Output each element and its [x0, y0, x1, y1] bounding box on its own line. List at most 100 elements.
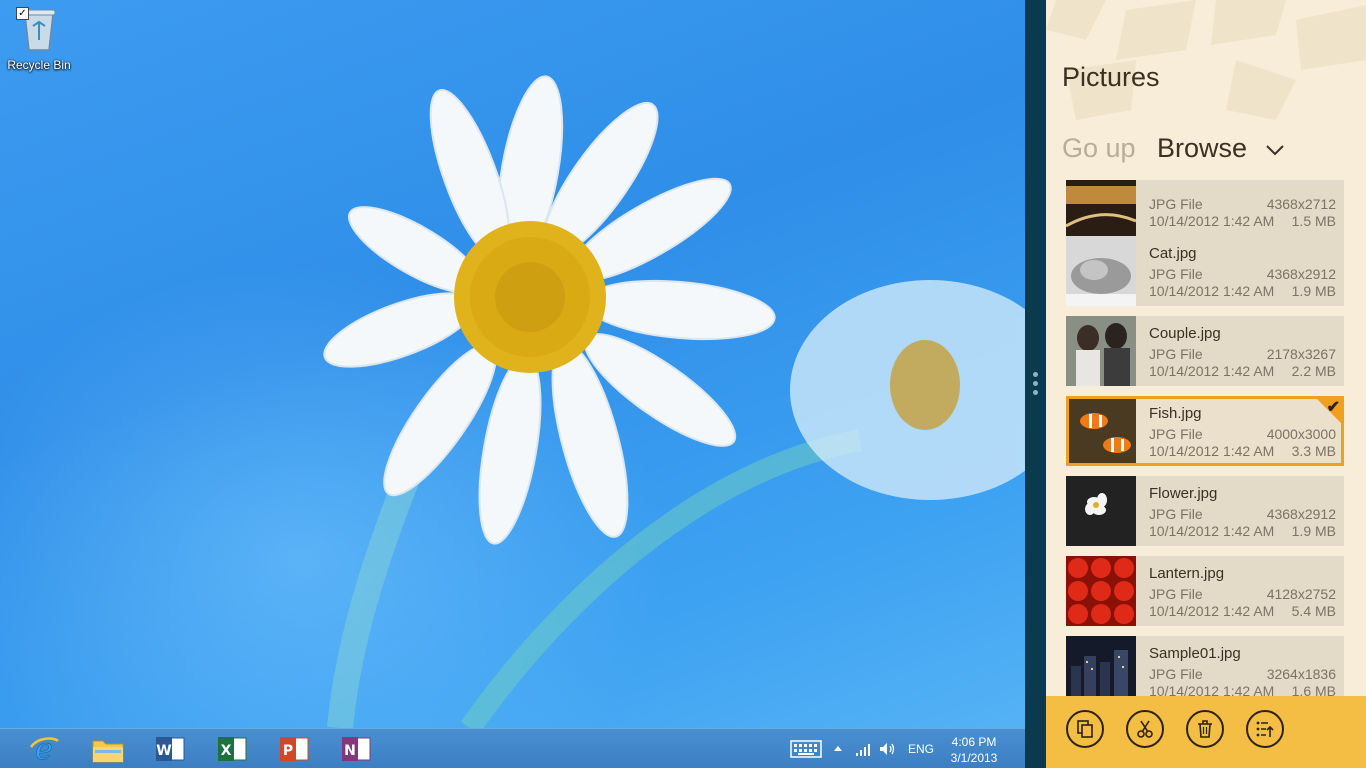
file-dimensions: 4000x3000: [1266, 426, 1336, 442]
taskbar-powerpoint[interactable]: P: [278, 733, 310, 765]
splitter-grip-dot: [1033, 372, 1038, 377]
recycle-bin-label: Recycle Bin: [7, 58, 71, 72]
thumbnail: [1066, 236, 1136, 306]
file-dimensions: 4368x2912: [1266, 506, 1336, 522]
splitter-grip-dot: [1033, 381, 1038, 386]
taskbar-internet-explorer[interactable]: e: [28, 732, 60, 767]
powerpoint-icon: P: [280, 737, 309, 761]
list-item-selected[interactable]: Fish.jpg JPG File 10/14/2012 1:42 AM 400…: [1066, 396, 1344, 466]
internet-explorer-icon: e: [29, 732, 59, 767]
pictures-app: Pictures Go up Browse JPG File 10/14/201…: [1046, 0, 1366, 768]
select-list-icon: [1256, 721, 1274, 737]
svg-text:W: W: [156, 743, 171, 759]
cut-button[interactable]: [1126, 710, 1164, 748]
recycle-bin[interactable]: ✓ Recycle Bin: [6, 6, 72, 72]
file-dimensions: 4128x2752: [1266, 586, 1336, 602]
list-item[interactable]: Cat.jpg JPG File 10/14/2012 1:42 AM 4368…: [1066, 236, 1344, 306]
file-name: Cat.jpg: [1149, 245, 1197, 262]
file-name: Couple.jpg: [1149, 325, 1221, 342]
folder-icon: [92, 740, 124, 763]
network-button[interactable]: [855, 741, 871, 768]
file-date: 10/14/2012 1:42 AM: [1149, 523, 1275, 539]
touch-keyboard-button[interactable]: [790, 740, 822, 768]
taskbar-word[interactable]: W: [154, 733, 186, 765]
delete-button[interactable]: [1186, 710, 1224, 748]
select-list-button[interactable]: [1246, 710, 1284, 748]
speaker-icon: [880, 743, 895, 755]
app-bar: [1046, 696, 1366, 768]
taskbar-excel[interactable]: X: [216, 733, 248, 765]
list-item[interactable]: JPG File 10/14/2012 1:42 AM 4368x2712 1.…: [1066, 180, 1344, 236]
file-date: 10/14/2012 1:42 AM: [1149, 603, 1275, 619]
file-size: 1.9 MB: [1291, 283, 1336, 299]
desktop: ✓ Recycle Bin e W X P N ENG 4:06 PM 3/1/…: [0, 0, 1025, 768]
thumbnail: [1066, 556, 1136, 626]
file-date: 10/14/2012 1:42 AM: [1149, 363, 1275, 379]
copy-icon: [1077, 720, 1093, 738]
file-dimensions: 2178x3267: [1266, 346, 1336, 362]
list-item[interactable]: Sample01.jpg JPG File 10/14/2012 1:42 AM…: [1066, 636, 1344, 696]
thumbnail: [1066, 636, 1136, 696]
splitter-grip-dot: [1033, 390, 1038, 395]
go-up-button[interactable]: Go up: [1062, 133, 1136, 163]
thumbnail: [1066, 316, 1136, 386]
file-dimensions: 4368x2912: [1266, 266, 1336, 282]
file-size: 1.9 MB: [1291, 523, 1336, 539]
file-size: 5.4 MB: [1291, 603, 1336, 619]
chevron-down-icon: [1265, 145, 1284, 156]
selection-checkbox[interactable]: ✓: [16, 7, 29, 20]
svg-text:N: N: [344, 743, 356, 759]
word-icon: W: [156, 737, 185, 761]
file-date: 10/14/2012 1:42 AM: [1149, 683, 1275, 696]
svg-text:P: P: [283, 743, 293, 759]
delete-icon: [1198, 720, 1212, 738]
taskbar: e W X P N ENG 4:06 PM 3/1/2013: [0, 728, 1025, 768]
signal-bars-icon: [856, 744, 870, 756]
file-size: 1.6 MB: [1291, 683, 1336, 696]
checkmark-icon: ✔: [1326, 399, 1340, 416]
file-type: JPG File: [1149, 506, 1203, 522]
file-date: 10/14/2012 1:42 AM: [1149, 213, 1275, 229]
excel-icon: X: [218, 737, 247, 761]
clock[interactable]: 4:06 PM 3/1/2013: [945, 734, 1003, 766]
background-pattern: [1046, 0, 1366, 120]
thumbnail: [1069, 399, 1136, 463]
file-type: JPG File: [1149, 266, 1203, 282]
list-item[interactable]: Lantern.jpg JPG File 10/14/2012 1:42 AM …: [1066, 556, 1344, 626]
wallpaper-flower: [323, 75, 1025, 728]
cut-icon: [1137, 720, 1153, 738]
language-indicator[interactable]: ENG: [908, 742, 934, 768]
thumbnail: [1066, 476, 1136, 546]
file-size: 2.2 MB: [1291, 363, 1336, 379]
copy-button[interactable]: [1066, 710, 1104, 748]
taskbar-file-explorer[interactable]: [91, 733, 124, 765]
file-name: Flower.jpg: [1149, 485, 1218, 502]
file-size: 1.5 MB: [1291, 213, 1336, 229]
page-title: Pictures: [1062, 62, 1160, 92]
file-name: Lantern.jpg: [1149, 565, 1225, 582]
list-item[interactable]: Flower.jpg JPG File 10/14/2012 1:42 AM 4…: [1066, 476, 1344, 546]
browse-dropdown[interactable]: Browse: [1157, 133, 1285, 164]
taskbar-onenote[interactable]: N: [340, 733, 372, 765]
file-type: JPG File: [1149, 346, 1203, 362]
file-type: JPG File: [1149, 426, 1203, 442]
list-item[interactable]: Couple.jpg JPG File 10/14/2012 1:42 AM 2…: [1066, 316, 1344, 386]
chevron-up-icon: [834, 746, 842, 751]
svg-text:X: X: [221, 743, 232, 759]
clock-date: 3/1/2013: [950, 751, 998, 765]
volume-button[interactable]: [878, 741, 896, 768]
file-date: 10/14/2012 1:42 AM: [1149, 443, 1275, 459]
snap-splitter[interactable]: [1025, 0, 1046, 768]
file-dimensions: 3264x1836: [1266, 666, 1336, 682]
show-hidden-icons-button[interactable]: [833, 741, 843, 768]
file-type: JPG File: [1149, 666, 1203, 682]
onenote-icon: N: [342, 737, 371, 761]
file-size: 3.3 MB: [1291, 443, 1336, 459]
file-list[interactable]: JPG File 10/14/2012 1:42 AM 4368x2712 1.…: [1066, 180, 1344, 696]
file-dimensions: 4368x2712: [1266, 196, 1336, 212]
browse-label: Browse: [1157, 133, 1248, 163]
file-name: Fish.jpg: [1149, 405, 1202, 422]
file-name: Sample01.jpg: [1149, 645, 1241, 662]
thumbnail: [1066, 180, 1136, 236]
file-date: 10/14/2012 1:42 AM: [1149, 283, 1275, 299]
